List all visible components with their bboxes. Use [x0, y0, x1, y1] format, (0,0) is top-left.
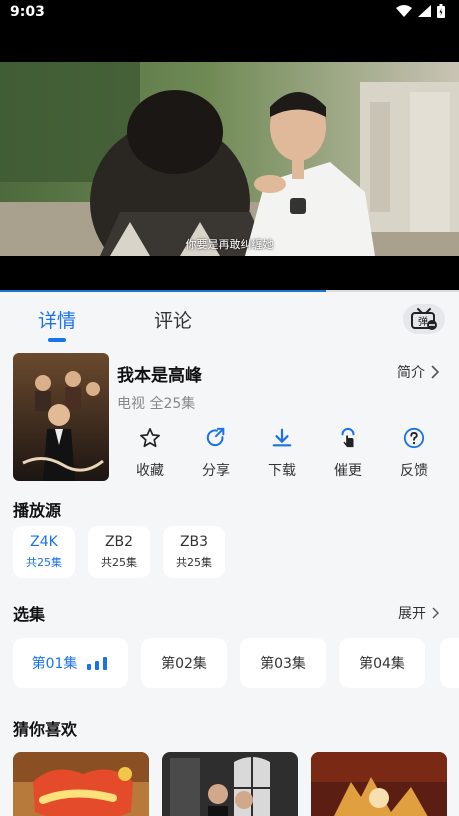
source-option-zb3[interactable]: ZB3 共25集 [163, 526, 225, 578]
video-frame[interactable]: 你要是再敢纠缠她 [0, 62, 459, 256]
favorite-label: 收藏 [136, 463, 164, 479]
player-letterbox-bottom[interactable] [0, 256, 459, 290]
source-option-zb2[interactable]: ZB2 共25集 [88, 526, 150, 578]
share-button[interactable]: 分享 [183, 426, 249, 482]
urge-update-label: 催更 [334, 463, 362, 479]
tab-comments[interactable]: 评论 [154, 306, 192, 333]
action-bar: 收藏 分享 下载 催更 反馈 [117, 426, 447, 482]
expand-label: 展开 [398, 606, 426, 622]
tab-details[interactable]: 详情 [38, 306, 76, 333]
chevron-right-icon [431, 365, 439, 379]
danmaku-toggle-button[interactable]: 弹 [403, 304, 445, 334]
source-count: 共25集 [101, 556, 137, 569]
source-option-z4k[interactable]: Z4K 共25集 [13, 526, 75, 578]
source-count: 共25集 [176, 556, 212, 569]
download-button[interactable]: 下载 [249, 426, 315, 482]
episode-item-02[interactable]: 第02集 [141, 638, 227, 688]
share-label: 分享 [202, 463, 230, 479]
feedback-label: 反馈 [400, 463, 428, 479]
show-poster[interactable] [13, 353, 109, 481]
recommend-card[interactable] [13, 752, 149, 816]
download-label: 下载 [268, 463, 296, 479]
danmaku-glyph: 弹 [418, 315, 428, 328]
episode-item-04[interactable]: 第04集 [339, 638, 425, 688]
episode-item-next-partial[interactable] [440, 638, 459, 688]
episode-item-03[interactable]: 第03集 [240, 638, 326, 688]
recommend-poster [13, 752, 149, 816]
source-name: ZB2 [104, 534, 134, 550]
episodes-title: 选集 [13, 605, 46, 624]
video-subtitle: 你要是再敢纠缠她 [185, 238, 274, 251]
recommend-card[interactable] [311, 752, 447, 816]
recommend-poster [162, 752, 298, 816]
chevron-right-icon [432, 607, 439, 619]
episode-item-01[interactable]: 第01集 [13, 638, 128, 688]
status-time: 9:03 [10, 4, 45, 20]
recommend-title: 猜你喜欢 [13, 720, 78, 739]
download-icon [272, 428, 292, 447]
episode-label: 第01集 [31, 656, 78, 672]
intro-label: 简介 [397, 365, 425, 381]
show-meta: 电视 全25集 [117, 396, 196, 412]
wifi-icon [396, 5, 412, 17]
expand-episodes-link[interactable]: 展开 [398, 603, 439, 623]
source-name: Z4K [30, 534, 58, 550]
episode-list: 第01集 第02集 第03集 第04集 [13, 638, 425, 688]
intro-link[interactable]: 简介 [397, 362, 439, 382]
playing-bars-icon [87, 657, 108, 670]
help-icon [403, 427, 425, 449]
star-icon [140, 428, 160, 448]
sources-title: 播放源 [13, 501, 62, 520]
status-bar: 9:03 [0, 0, 459, 26]
show-title: 我本是高峰 [117, 366, 202, 386]
danmaku-tv-icon: 弹 [411, 308, 437, 330]
signal-icon [418, 5, 431, 17]
poster-image [13, 353, 109, 481]
urge-update-button[interactable]: 催更 [315, 426, 381, 482]
recommend-card[interactable] [162, 752, 298, 816]
feedback-button[interactable]: 反馈 [381, 426, 447, 482]
tap-icon [341, 427, 355, 448]
battery-icon [437, 4, 445, 18]
recommend-poster [311, 752, 447, 816]
video-scene [0, 62, 459, 256]
source-list: Z4K 共25集 ZB2 共25集 ZB3 共25集 [13, 526, 225, 578]
favorite-button[interactable]: 收藏 [117, 426, 183, 482]
share-icon [206, 427, 225, 447]
source-count: 共25集 [26, 556, 62, 569]
detail-tabbar: 详情 评论 [0, 292, 459, 344]
tab-active-indicator [48, 338, 66, 342]
source-name: ZB3 [179, 534, 209, 550]
player-letterbox-top[interactable] [0, 26, 459, 62]
status-icons [396, 4, 445, 18]
recommend-list [13, 752, 447, 816]
